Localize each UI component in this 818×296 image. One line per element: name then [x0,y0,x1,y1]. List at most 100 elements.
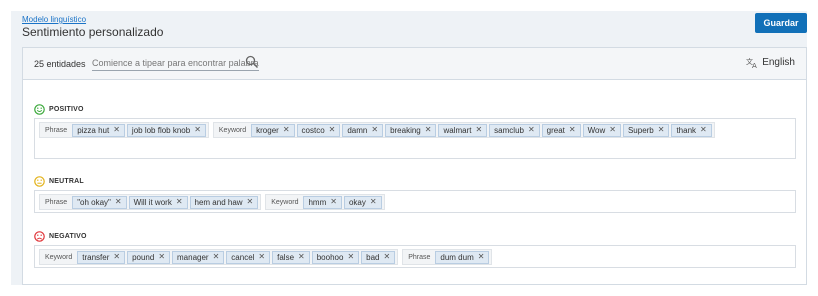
close-icon[interactable]: ✕ [330,198,337,206]
tag-text: thank [676,125,697,135]
group-type-label: Keyword [271,198,299,206]
close-icon[interactable]: ✕ [247,198,254,206]
keyword-group-negative: Keyword transfer ✕ pound ✕ manager ✕ cancel… [39,249,399,265]
close-icon[interactable]: ✕ [370,198,377,206]
tag-chip: costco ✕ [296,123,341,137]
close-icon[interactable]: ✕ [283,126,290,134]
group-type-label: Keyword [45,253,73,261]
search-input[interactable] [92,56,259,71]
tag-text: samclub [494,125,524,135]
tag-text: okay [348,197,366,207]
tag-text: "oh okay" [77,197,111,207]
group-type-label: Keyword [218,126,247,134]
close-icon[interactable]: ✕ [609,126,616,134]
tag-row-neutral: Phrase "oh okay" ✕ Will it work ✕ hem and … [39,194,389,210]
tag-text: costco [301,125,325,135]
keyword-group-positive: Keyword kroger ✕ costco ✕ damn ✕ breaking ✕ … [212,122,715,138]
close-icon[interactable]: ✕ [569,126,576,134]
tag-chip: cancel ✕ [226,250,271,264]
close-icon[interactable]: ✕ [115,198,122,206]
frown-icon [34,230,45,242]
tag-chip: Will it work ✕ [128,195,188,209]
tag-chip: transfer ✕ [77,250,126,264]
tag-box-neutral[interactable]: Phrase "oh okay" ✕ Will it work ✕ hem and … [34,190,796,213]
close-icon[interactable]: ✕ [258,253,265,261]
close-icon[interactable]: ✕ [176,198,183,206]
close-icon[interactable]: ✕ [478,253,485,261]
tag-chip: Wow ✕ [582,123,621,137]
tag-text: Superb [627,125,654,135]
sentiment-panel: 25 entidades 文 A English [22,47,807,285]
panel-toolbar: 25 entidades 文 A English [23,48,806,80]
tag-chip: thank ✕ [671,123,712,137]
tag-text: cancel [231,252,255,262]
search-icon[interactable] [245,55,259,69]
close-icon[interactable]: ✕ [475,126,482,134]
tag-text: great [546,125,565,135]
tag-chip: okay ✕ [343,195,382,209]
tag-chip: samclub ✕ [489,123,540,137]
tag-chip: boohoo ✕ [311,250,360,264]
close-icon[interactable]: ✕ [213,253,220,261]
tag-text: hmm [308,197,327,207]
phrase-group-positive: Phrase pizza hut ✕ job lob flob knob ✕ [39,122,209,138]
tag-chip: pound ✕ [127,250,171,264]
tag-chip: "oh okay" ✕ [72,195,127,209]
tag-text: walmart [443,125,472,135]
tag-text: dum dum [440,252,474,262]
group-type-label: Phrase [45,126,68,134]
tag-text: transfer [82,252,110,262]
svg-text:A: A [752,62,757,68]
close-icon[interactable]: ✕ [371,126,378,134]
neutral-face-icon [34,175,45,187]
tag-chip: Superb ✕ [622,123,670,137]
page-title: Sentimiento personalizado [22,25,164,39]
tag-text: breaking [390,125,421,135]
tag-row-negative: Keyword transfer ✕ pound ✕ manager ✕ cancel… [39,249,496,265]
group-type-label: Phrase [45,198,68,206]
group-type-label: Phrase [408,253,431,261]
tag-text: job lob flob knob [131,125,191,135]
breadcrumb-link[interactable]: Modelo linguístico [22,15,86,24]
close-icon[interactable]: ✕ [113,126,120,134]
tag-chip: kroger ✕ [251,123,295,137]
tag-text: pound [132,252,155,262]
tag-chip: job lob flob knob ✕ [126,123,206,137]
page-header: Modelo linguístico Sentimiento personali… [11,11,807,47]
section-label-negative: NEGATIVO [49,232,87,240]
translate-icon: 文 A [746,57,757,68]
tag-chip: great ✕ [541,123,581,137]
tag-text: false [277,252,295,262]
tag-chip: pizza hut ✕ [72,123,125,137]
tag-text: manager [177,252,209,262]
close-icon[interactable]: ✕ [194,126,201,134]
tag-chip: hmm ✕ [303,195,342,209]
close-icon[interactable]: ✕ [384,253,391,261]
tag-text: Wow [587,125,606,135]
save-button[interactable]: Guardar [755,13,807,33]
tag-chip: false ✕ [272,250,310,264]
close-icon[interactable]: ✕ [347,253,354,261]
tag-chip: damn ✕ [342,123,384,137]
close-icon[interactable]: ✕ [158,253,165,261]
close-icon[interactable]: ✕ [528,126,535,134]
close-icon[interactable]: ✕ [113,253,120,261]
smile-icon [34,103,45,115]
section-header-negative: NEGATIVO [34,230,87,242]
close-icon[interactable]: ✕ [700,126,707,134]
close-icon[interactable]: ✕ [329,126,336,134]
tag-text: hem and haw [194,197,243,207]
tag-text: pizza hut [77,125,110,135]
close-icon[interactable]: ✕ [425,126,432,134]
tag-chip: breaking ✕ [385,123,437,137]
close-icon[interactable]: ✕ [298,253,305,261]
app-frame: Modelo linguístico Sentimiento personali… [11,11,807,285]
close-icon[interactable]: ✕ [658,126,665,134]
tag-text: boohoo [316,252,344,262]
tag-text: Will it work [133,197,172,207]
language-label: English [762,57,795,68]
language-selector[interactable]: 文 A English [746,57,795,68]
tag-box-negative[interactable]: Keyword transfer ✕ pound ✕ manager ✕ cancel… [34,245,796,268]
tag-chip: hem and haw ✕ [189,195,259,209]
tag-box-positive[interactable]: Phrase pizza hut ✕ job lob flob knob ✕ Key… [34,118,796,159]
